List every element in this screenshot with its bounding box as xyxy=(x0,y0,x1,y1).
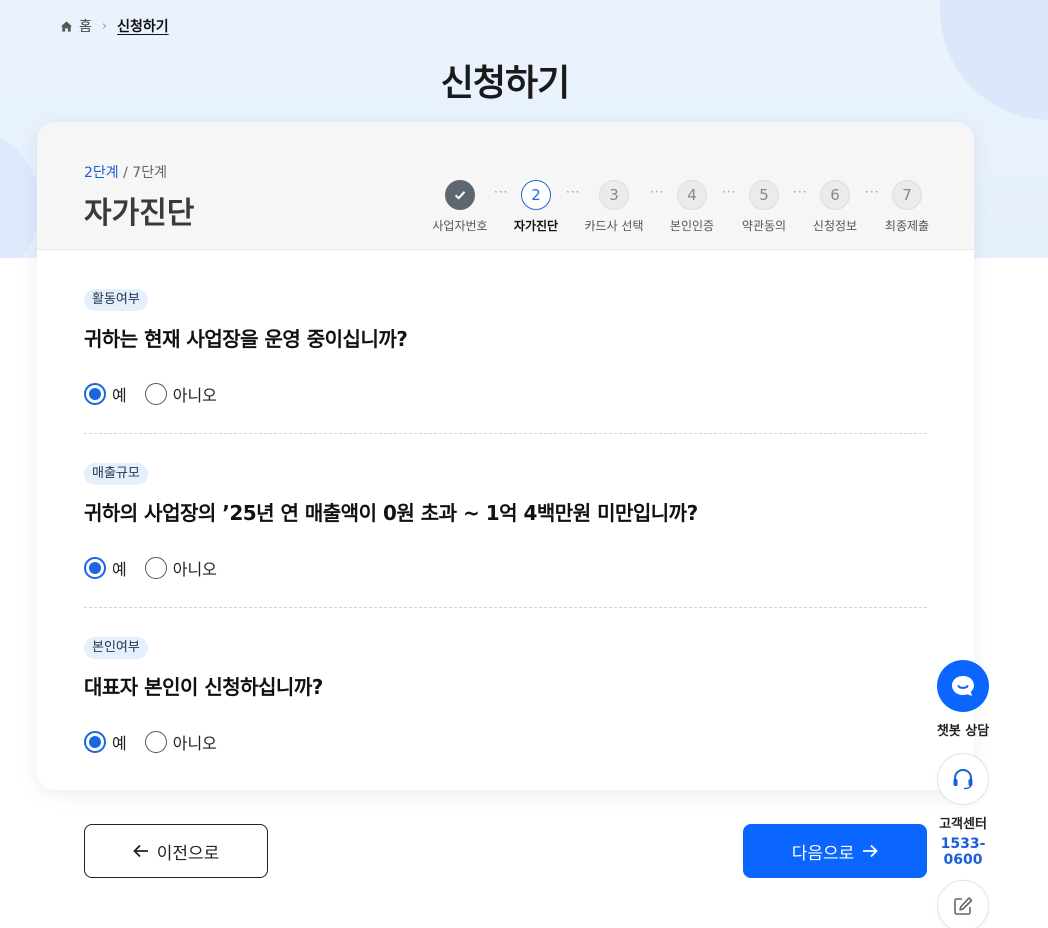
step-number: 2 xyxy=(521,180,551,210)
step-7: 7 최종제출 xyxy=(867,180,947,234)
prev-button-label: 이전으로 xyxy=(156,843,220,864)
chatbot-label: 챗봇 상담 xyxy=(936,724,990,739)
current-step: 2단계 xyxy=(84,165,119,181)
question-text: 귀하는 현재 사업장을 운영 중이십니까? xyxy=(84,327,408,351)
step-6: 6 신청정보 xyxy=(795,180,875,234)
stepper: 사업자번호 ··· 2 자가진단 ··· 3 카드사 선택 ··· 4 본인인증… xyxy=(37,180,974,240)
step-number: 5 xyxy=(749,180,779,210)
option-yes[interactable]: 예 xyxy=(84,382,127,406)
chatbot-button[interactable] xyxy=(937,660,989,712)
arrow-left-icon xyxy=(132,844,148,858)
application-card: 2단계 / 7단계 자가진단 사업자번호 ··· 2 자가진단 ··· 3 카드… xyxy=(37,122,974,790)
question-revenue: 매출규모 귀하의 사업장의 ’25년 연 매출액이 0원 초과 ~ 1억 4백만… xyxy=(84,462,927,580)
option-no[interactable]: 아니오 xyxy=(144,556,217,580)
next-button-label: 다음으로 xyxy=(791,843,855,864)
step-1: 사업자번호 xyxy=(420,180,500,234)
option-no[interactable]: 아니오 xyxy=(144,382,217,406)
radio-no[interactable] xyxy=(144,383,167,405)
option-label: 아니오 xyxy=(172,386,217,405)
step-header: 2단계 / 7단계 자가진단 사업자번호 ··· 2 자가진단 ··· 3 카드… xyxy=(37,122,974,250)
option-yes[interactable]: 예 xyxy=(84,556,127,580)
customer-center-button[interactable] xyxy=(937,753,989,805)
next-button[interactable]: 다음으로 xyxy=(743,824,927,878)
step-label: 자가진단 xyxy=(513,219,559,233)
headset-icon xyxy=(953,768,973,790)
radio-group: 예 아니오 xyxy=(84,556,927,580)
option-label: 아니오 xyxy=(172,560,217,579)
step-label: 약관동의 xyxy=(741,219,787,233)
chevron-right-icon: › xyxy=(101,18,108,34)
radio-no[interactable] xyxy=(144,557,167,579)
question-text: 대표자 본인이 신청하십니까? xyxy=(84,675,323,699)
radio-yes[interactable] xyxy=(84,383,106,405)
customer-center-phone[interactable]: 1533-0600 xyxy=(926,836,1000,868)
step-number: 6 xyxy=(820,180,850,210)
question-divider xyxy=(84,607,927,608)
step-2: 2 자가진단 xyxy=(496,180,576,234)
question-identity: 본인여부 대표자 본인이 신청하십니까? 예 아니오 xyxy=(84,636,927,754)
step-separator: / xyxy=(123,165,128,181)
page-title: 신청하기 xyxy=(440,63,570,104)
step-number: 3 xyxy=(599,180,629,210)
question-tag: 활동여부 xyxy=(84,289,148,311)
total-steps: 7단계 xyxy=(132,165,167,181)
radio-no[interactable] xyxy=(144,731,167,753)
arrow-right-icon xyxy=(863,844,879,858)
question-divider xyxy=(84,433,927,434)
customer-center-label: 고객센터 xyxy=(939,817,987,832)
option-label: 아니오 xyxy=(172,734,217,753)
step-label: 최종제출 xyxy=(884,219,930,233)
breadcrumb: 홈 › 신청하기 xyxy=(60,16,169,36)
side-widget: 챗봇 상담 고객센터 1533-0600 xyxy=(926,660,1000,928)
step-label: 사업자번호 xyxy=(432,219,488,233)
edit-button[interactable] xyxy=(937,880,989,928)
option-label: 예 xyxy=(112,734,127,753)
step-counter: 2단계 / 7단계 xyxy=(84,162,167,182)
step-4: 4 본인인증 xyxy=(652,180,732,234)
breadcrumb-home[interactable]: 홈 xyxy=(79,16,92,36)
step-number: 7 xyxy=(892,180,922,210)
radio-yes[interactable] xyxy=(84,557,106,579)
step-label: 카드사 선택 xyxy=(584,219,644,233)
step-label: 본인인증 xyxy=(669,219,715,233)
option-label: 예 xyxy=(112,560,127,579)
radio-group: 예 아니오 xyxy=(84,382,927,406)
step-number: 4 xyxy=(677,180,707,210)
breadcrumb-current[interactable]: 신청하기 xyxy=(117,16,169,36)
prev-button[interactable]: 이전으로 xyxy=(84,824,268,878)
edit-icon xyxy=(954,897,973,915)
question-tag: 매출규모 xyxy=(84,463,148,485)
check-icon xyxy=(445,180,475,210)
question-text: 귀하의 사업장의 ’25년 연 매출액이 0원 초과 ~ 1억 4백만원 미만입… xyxy=(84,501,698,525)
radio-yes[interactable] xyxy=(84,731,106,753)
question-tag: 본인여부 xyxy=(84,637,148,659)
step-label: 신청정보 xyxy=(812,219,858,233)
home-icon[interactable] xyxy=(60,20,73,33)
decor-circle xyxy=(0,126,40,258)
radio-group: 예 아니오 xyxy=(84,730,927,754)
option-label: 예 xyxy=(112,386,127,405)
question-activity: 활동여부 귀하는 현재 사업장을 운영 중이십니까? 예 아니오 xyxy=(84,288,927,406)
step-5: 5 약관동의 xyxy=(724,180,804,234)
option-no[interactable]: 아니오 xyxy=(144,730,217,754)
step-3: 3 카드사 선택 xyxy=(574,180,654,234)
option-yes[interactable]: 예 xyxy=(84,730,127,754)
chat-bubble-icon xyxy=(952,676,974,696)
